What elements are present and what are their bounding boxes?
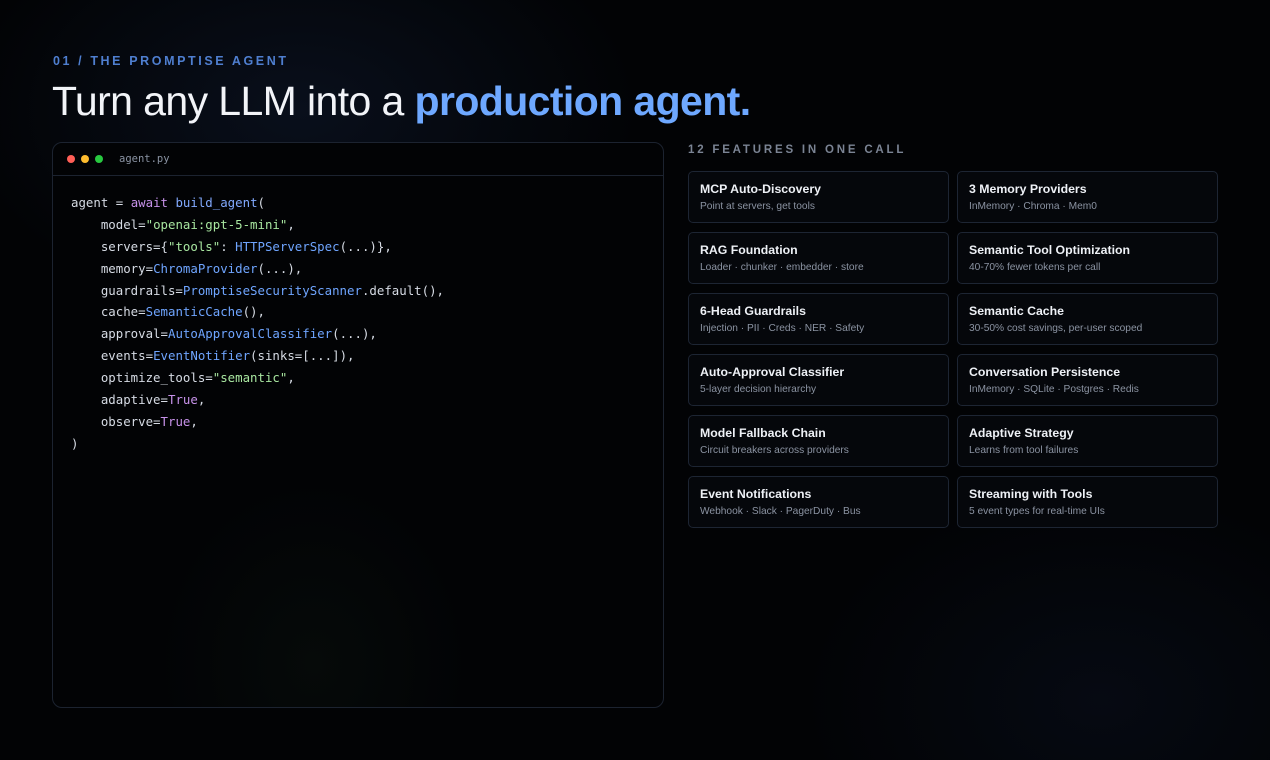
code-class: HTTPServerSpec <box>235 238 340 254</box>
code-token: , <box>287 370 295 386</box>
editor-title-bar: agent.py <box>53 143 663 176</box>
feature-card-event-notifications: Event Notifications Webhook · Slack · Pa… <box>688 476 949 528</box>
code-block: agent = await build_agent( model="openai… <box>53 176 663 455</box>
code-token: .default(), <box>361 282 445 298</box>
feature-card-model-fallback-chain: Model Fallback Chain Circuit breakers ac… <box>688 415 949 467</box>
feature-description: Webhook · Slack · PagerDuty · Bus <box>700 506 861 517</box>
code-token: agent = <box>71 195 131 210</box>
code-line: model="openai:gpt-5-mini", <box>71 214 663 236</box>
code-token: , <box>190 413 198 429</box>
feature-description: 30-50% cost savings, per-user scoped <box>969 323 1143 334</box>
feature-description: InMemory · Chroma · Mem0 <box>969 201 1097 212</box>
feature-title: Semantic Tool Optimization <box>969 243 1131 257</box>
code-string: "openai:gpt-5-mini" <box>145 216 288 232</box>
feature-title: Adaptive Strategy <box>969 426 1074 440</box>
code-token: memory= <box>71 260 154 276</box>
feature-card-memory-providers: 3 Memory Providers InMemory · Chroma · M… <box>957 171 1218 223</box>
code-token: (...), <box>332 326 377 342</box>
code-line: approval=AutoApprovalClassifier(...), <box>71 323 663 345</box>
feature-title: 6-Head Guardrails <box>700 304 806 318</box>
feature-card-guardrails: 6-Head Guardrails Injection · PII · Cred… <box>688 293 949 345</box>
feature-card-mcp-auto-discovery: MCP Auto-Discovery Point at servers, get… <box>688 171 949 223</box>
code-class: SemanticCache <box>145 304 243 320</box>
feature-description: InMemory · SQLite · Postgres · Redis <box>969 384 1139 395</box>
feature-card-rag-foundation: RAG Foundation Loader · chunker · embedd… <box>688 232 949 284</box>
code-line: cache=SemanticCache(), <box>71 301 663 323</box>
feature-description: Injection · PII · Creds · NER · Safety <box>700 323 865 334</box>
code-token: servers={ <box>71 238 168 254</box>
window-minimize-dot <box>81 155 89 163</box>
feature-description: Learns from tool failures <box>969 445 1079 456</box>
feature-card-streaming-with-tools: Streaming with Tools 5 event types for r… <box>957 476 1218 528</box>
feature-card-semantic-tool-optimization: Semantic Tool Optimization 40-70% fewer … <box>957 232 1218 284</box>
code-token: ) <box>71 435 79 451</box>
code-token: (...)}, <box>339 238 392 254</box>
code-line: memory=ChromaProvider(...), <box>71 258 663 280</box>
feature-card-auto-approval-classifier: Auto-Approval Classifier 5-layer decisio… <box>688 354 949 406</box>
feature-description: 5-layer decision hierarchy <box>700 384 817 395</box>
feature-description: Loader · chunker · embedder · store <box>700 262 864 273</box>
code-token: : <box>220 238 236 254</box>
code-editor-window: agent.py agent = await build_agent( mode… <box>52 142 664 708</box>
feature-description: Circuit breakers across providers <box>700 445 849 456</box>
code-keyword: await <box>130 195 168 210</box>
feature-description: 40-70% fewer tokens per call <box>969 262 1101 273</box>
feature-title: Auto-Approval Classifier <box>700 365 845 379</box>
code-boolean: True <box>160 413 191 429</box>
feature-title: Model Fallback Chain <box>700 426 826 440</box>
code-line: adaptive=True, <box>71 389 663 411</box>
feature-title: Streaming with Tools <box>969 487 1093 501</box>
window-maximize-dot <box>95 155 103 163</box>
code-token: , <box>197 392 206 408</box>
feature-description: 5 event types for real-time UIs <box>969 506 1105 517</box>
code-function: build_agent <box>175 195 258 210</box>
section-eyebrow: 01 / THE PROMPTISE AGENT <box>53 54 289 68</box>
code-string: "semantic" <box>212 370 288 386</box>
title-accent: production agent. <box>414 78 752 124</box>
code-class: EventNotifier <box>153 348 251 364</box>
features-heading: 12 FEATURES IN ONE CALL <box>688 144 907 156</box>
window-close-dot <box>67 155 75 163</box>
feature-title: 3 Memory Providers <box>969 182 1087 196</box>
code-class: PromptiseSecurityScanner <box>182 282 362 298</box>
code-line: ) <box>71 433 663 455</box>
feature-title: Event Notifications <box>700 487 812 501</box>
code-class: AutoApprovalClassifier <box>167 326 333 342</box>
code-token: observe= <box>71 413 161 429</box>
code-boolean: True <box>167 392 198 408</box>
features-grid: MCP Auto-Discovery Point at servers, get… <box>688 171 1218 528</box>
feature-title: Semantic Cache <box>969 304 1065 318</box>
feature-title: Conversation Persistence <box>969 365 1121 379</box>
feature-title: RAG Foundation <box>700 243 798 257</box>
code-token: events= <box>71 348 154 364</box>
code-line: guardrails=PromptiseSecurityScanner.defa… <box>71 280 663 302</box>
page-title: Turn any LLM into a production agent. <box>52 78 751 125</box>
code-token: optimize_tools= <box>71 370 213 386</box>
feature-description: Point at servers, get tools <box>700 201 815 212</box>
feature-card-semantic-cache: Semantic Cache 30-50% cost savings, per-… <box>957 293 1218 345</box>
code-token: adaptive= <box>71 392 168 408</box>
code-token: model= <box>71 216 146 232</box>
code-token: guardrails= <box>71 282 183 298</box>
code-token: ( <box>257 195 265 210</box>
code-token: (), <box>242 304 265 320</box>
code-token: approval= <box>71 326 168 342</box>
title-plain: Turn any LLM into a <box>52 78 415 124</box>
code-string: "tools" <box>167 238 221 254</box>
feature-title: MCP Auto-Discovery <box>700 182 821 196</box>
code-token: (...), <box>257 260 303 276</box>
code-line: optimize_tools="semantic", <box>71 367 663 389</box>
code-class: ChromaProvider <box>153 260 258 276</box>
code-token: , <box>287 216 295 232</box>
code-line: observe=True, <box>71 411 663 433</box>
code-line: servers={"tools": HTTPServerSpec(...)}, <box>71 236 663 258</box>
feature-card-adaptive-strategy: Adaptive Strategy Learns from tool failu… <box>957 415 1218 467</box>
code-line: events=EventNotifier(sinks=[...]), <box>71 345 663 367</box>
code-token: (sinks=[...]), <box>250 348 355 364</box>
code-token: cache= <box>71 304 146 320</box>
editor-filename: agent.py <box>119 153 170 165</box>
feature-card-conversation-persistence: Conversation Persistence InMemory · SQLi… <box>957 354 1218 406</box>
code-line: agent = await build_agent( <box>71 192 663 214</box>
